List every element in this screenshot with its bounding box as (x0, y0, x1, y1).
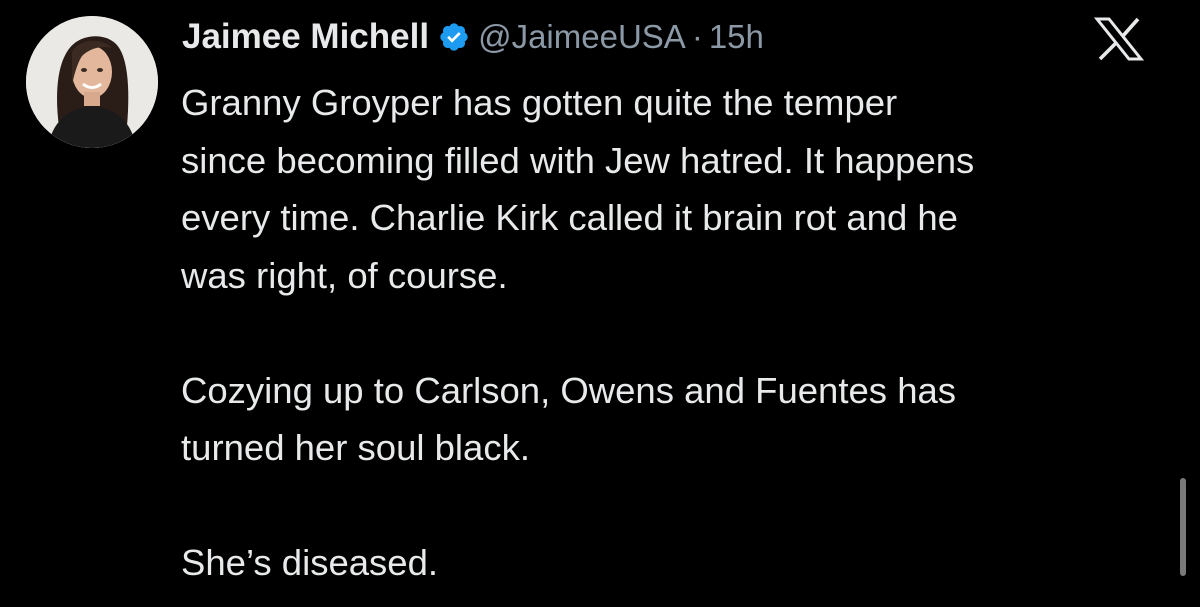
tweet-line: was right, of course. (181, 254, 508, 296)
tweet-line: every time. Charlie Kirk called it brain… (181, 197, 958, 238)
verified-badge-icon (438, 21, 470, 53)
author-handle[interactable]: @JaimeeUSA (478, 18, 686, 56)
scrollbar-thumb[interactable] (1180, 478, 1186, 576)
tweet-paragraph: Granny Groyper has gotten quite the temp… (181, 74, 1171, 304)
separator-dot: · (691, 18, 703, 55)
tweet-line: Granny Groyper has gotten quite the temp… (181, 82, 898, 123)
tweet: Jaimee Michell @JaimeeUSA · 15h Granny G… (0, 0, 1200, 607)
tweet-line: She’s diseased. (181, 542, 439, 583)
tweet-line: turned her soul black. (181, 427, 530, 468)
tweet-body: Granny Groyper has gotten quite the temp… (181, 74, 1171, 592)
tweet-header: Jaimee Michell @JaimeeUSA · 15h (182, 12, 764, 62)
tweet-paragraph: Cozying up to Carlson, Owens and Fuentes… (181, 362, 1171, 477)
x-logo-icon[interactable] (1093, 17, 1145, 61)
tweet-line: Cozying up to Carlson, Owens and Fuentes… (181, 369, 957, 411)
avatar[interactable] (26, 16, 158, 148)
avatar-photo-icon (26, 16, 158, 148)
tweet-paragraph: She’s diseased. (181, 534, 1171, 592)
tweet-line: since becoming filled with Jew hatred. I… (181, 139, 975, 181)
author-display-name[interactable]: Jaimee Michell (182, 17, 429, 57)
tweet-timestamp[interactable]: 15h (709, 18, 764, 56)
